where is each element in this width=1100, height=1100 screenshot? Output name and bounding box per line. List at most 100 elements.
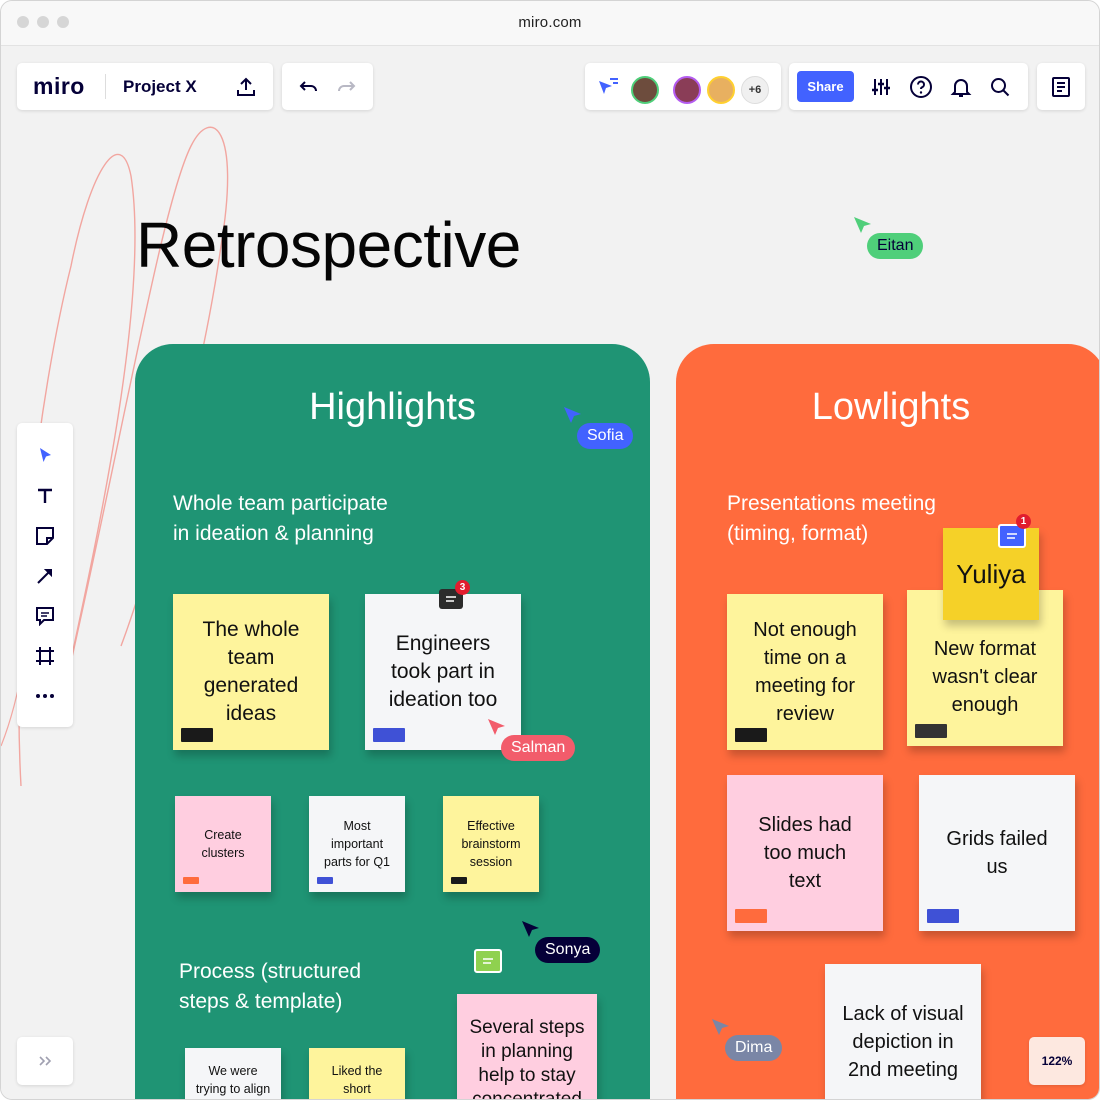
- sticky-text: Slides had too much text: [758, 814, 852, 892]
- avatar[interactable]: [631, 76, 659, 104]
- comment-marker[interactable]: [474, 949, 502, 973]
- zoom-level[interactable]: 122%: [1029, 1037, 1085, 1085]
- highlights-section-1[interactable]: Whole team participate in ideation & pla…: [173, 489, 388, 549]
- sticky-text: Create clusters: [201, 828, 245, 860]
- comment-tool[interactable]: [30, 601, 60, 631]
- highlights-section-2[interactable]: Process (structured steps & template): [179, 957, 361, 1017]
- comment-icon: [1007, 533, 1017, 539]
- share-button[interactable]: Share: [797, 71, 854, 102]
- board-name[interactable]: Project X: [123, 77, 197, 97]
- settings-button[interactable]: [866, 72, 896, 102]
- avatar[interactable]: [673, 76, 701, 104]
- browser-window: miro.com miro Project X +6 Share Retrosp…: [0, 0, 1100, 1100]
- help-icon: [910, 76, 932, 98]
- sticky-note-icon: [36, 527, 54, 545]
- cursor-pointer-icon: [712, 1019, 729, 1035]
- expand-icon: [39, 1056, 52, 1066]
- sticky-note[interactable]: Effective brainstorm session: [443, 796, 539, 892]
- cursor-pointer-icon: [564, 407, 581, 423]
- sticky-note[interactable]: Create clusters: [175, 796, 271, 892]
- search-icon: [991, 78, 1010, 97]
- sticky-text: Engineers took part in ideation too: [388, 632, 498, 711]
- sticky-note[interactable]: Grids failed us: [919, 775, 1075, 931]
- cursor-pointer-icon: [522, 921, 539, 937]
- collaborators-panel: +6: [585, 63, 781, 110]
- lowlights-title[interactable]: Lowlights: [666, 386, 1099, 429]
- sticky-note[interactable]: Liked the short: [309, 1048, 405, 1099]
- notifications-button[interactable]: [946, 72, 976, 102]
- left-toolbar: [17, 423, 73, 727]
- upload-button[interactable]: [231, 72, 261, 102]
- divider: [105, 74, 106, 99]
- notes-button[interactable]: [1046, 72, 1076, 102]
- cursor-label-salman: Salman: [501, 735, 576, 761]
- board-canvas[interactable]: miro Project X +6 Share Retrospective Hi…: [1, 46, 1099, 1100]
- author-tag: [927, 909, 959, 923]
- more-icon: [36, 694, 54, 698]
- comment-count-badge: 1: [1016, 514, 1031, 529]
- sticky-text: Not enough time on a meeting for review: [753, 619, 857, 725]
- arrow-tool[interactable]: [30, 561, 60, 591]
- cursor-tracking-icon: [599, 78, 618, 94]
- comment-icon: [483, 958, 493, 964]
- author-tag: [735, 909, 767, 923]
- sticky-note[interactable]: The whole team generated ideas: [173, 594, 329, 750]
- help-button[interactable]: [906, 72, 936, 102]
- notes-icon: [1052, 77, 1070, 97]
- board-header-panel: miro Project X: [17, 63, 273, 110]
- sticky-note[interactable]: Slides had too much text: [727, 775, 883, 931]
- expand-button[interactable]: [30, 1046, 60, 1076]
- redo-button[interactable]: [331, 72, 361, 102]
- sticky-text: Lack of visual depiction in 2nd meeting: [842, 1003, 964, 1081]
- sticky-text: Effective brainstorm session: [461, 819, 521, 869]
- more-collaborators-count[interactable]: +6: [741, 76, 769, 104]
- undo-icon: [299, 81, 317, 92]
- sticky-text: Grids failed us: [946, 828, 1048, 878]
- sticky-note[interactable]: Several steps in planning help to stay c…: [457, 994, 597, 1100]
- undo-button[interactable]: [294, 72, 324, 102]
- sticky-text: Several steps in planning help to stay c…: [469, 1017, 585, 1100]
- sticky-note[interactable]: Not enough time on a meeting for review: [727, 594, 883, 750]
- comment-count-badge: 3: [455, 580, 470, 595]
- sticky-note[interactable]: We were trying to align: [185, 1048, 281, 1099]
- upload-icon: [237, 77, 255, 96]
- board-title[interactable]: Retrospective: [136, 208, 521, 282]
- frame-tool[interactable]: [30, 641, 60, 671]
- text-icon: [38, 488, 52, 503]
- highlights-frame[interactable]: Highlights Whole team participate in ide…: [135, 344, 650, 1100]
- sticky-note[interactable]: Most important parts for Q1: [309, 796, 405, 892]
- comment-icon: [36, 607, 54, 626]
- author-tag: [915, 724, 947, 738]
- author-tag: [451, 877, 467, 884]
- author-tag: [373, 728, 405, 742]
- text-tool[interactable]: [30, 481, 60, 511]
- cursor-tracking-button[interactable]: [595, 74, 621, 100]
- cursor-label-sofia: Sofia: [577, 423, 634, 449]
- author-tag: [183, 877, 199, 884]
- sticky-text: Most important parts for Q1: [324, 819, 390, 869]
- miro-logo[interactable]: miro: [33, 73, 85, 100]
- notes-panel: [1037, 63, 1085, 110]
- author-tag: [317, 877, 333, 884]
- bell-icon: [950, 79, 972, 97]
- sticky-text: Yuliya: [956, 558, 1026, 589]
- sticky-text: We were trying to align: [195, 1064, 271, 1096]
- actions-panel: Share: [789, 63, 1028, 110]
- cursor-label-sonya: Sonya: [535, 937, 601, 963]
- sticky-text: New format wasn't clear enough: [932, 638, 1038, 716]
- sticky-note-tool[interactable]: [30, 521, 60, 551]
- author-tag: [181, 728, 213, 742]
- expand-panel: [17, 1037, 73, 1085]
- avatar[interactable]: [707, 76, 735, 104]
- author-tag: [735, 728, 767, 742]
- more-tools-button[interactable]: [30, 681, 60, 711]
- lowlights-section-1[interactable]: Presentations meeting (timing, format): [727, 489, 936, 549]
- search-button[interactable]: [985, 72, 1015, 102]
- select-tool[interactable]: [30, 441, 60, 471]
- select-icon: [40, 448, 51, 462]
- cursor-pointer-icon: [488, 719, 505, 735]
- lowlights-frame[interactable]: Lowlights Presentations meeting (timing,…: [676, 344, 1099, 1099]
- sticky-note[interactable]: Lack of visual depiction in 2nd meeting: [825, 964, 981, 1099]
- browser-url[interactable]: miro.com: [1, 14, 1099, 31]
- settings-sliders-icon: [872, 79, 890, 95]
